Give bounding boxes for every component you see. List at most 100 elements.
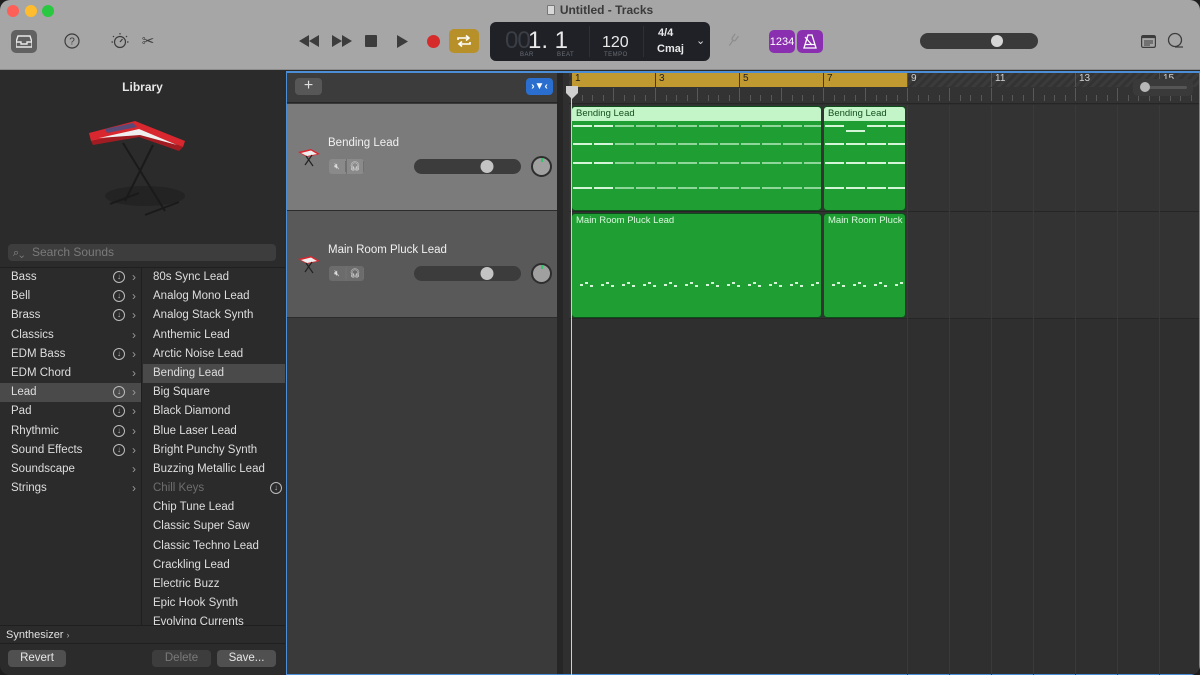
category-item[interactable]: EDM Bass ↓ › [0,345,141,364]
ruler[interactable]: 13579111315 [569,73,1199,87]
patch-item[interactable]: Classic Super Saw [143,517,285,536]
category-item[interactable]: Brass ↓ › [0,306,141,325]
category-item[interactable]: Bell ↓ › [0,287,141,306]
zoom-slider-knob[interactable] [1140,82,1150,92]
lcd-display[interactable]: 00 1. 1 BAR BEAT 120 TEMPO 4/4 Cmaj ⌄ [490,22,710,61]
lcd-time-signature[interactable]: 4/4 [658,27,673,39]
midi-region[interactable]: Bending Lead [823,106,906,211]
ruler-ticks[interactable] [569,87,1199,104]
patch-label: Arctic Noise Lead [153,347,244,360]
patch-item[interactable]: Analog Mono Lead [143,287,285,306]
horizontal-zoom-slider[interactable] [1133,79,1193,96]
patch-item[interactable]: Chip Tune Lead [143,498,285,517]
solo-button[interactable]: 🎧︎ [347,159,364,174]
track-name[interactable]: Bending Lead [328,137,399,149]
play-button[interactable] [395,31,409,51]
patch-item[interactable]: Chill Keys ↓ [143,479,285,498]
master-volume-slider[interactable] [920,33,1038,49]
patch-item[interactable]: Crackling Lead [143,556,285,575]
add-track-button[interactable]: + [295,78,322,95]
save-button[interactable]: Save... [217,650,276,667]
master-volume-knob[interactable] [991,35,1004,47]
category-item[interactable]: Bass ↓ › [0,268,141,287]
patch-item[interactable]: Big Square [143,383,285,402]
notepad-button[interactable] [1139,32,1157,50]
download-icon[interactable]: ↓ [113,424,125,437]
loops-button[interactable] [1165,31,1185,51]
midi-note [615,187,634,189]
category-label: Soundscape [11,462,75,475]
solo-button[interactable]: 🎧︎ [347,266,364,281]
patch-item[interactable]: Bright Punchy Synth [143,441,285,460]
download-icon[interactable]: ↓ [113,405,125,418]
stop-button[interactable] [364,31,378,51]
library-path[interactable]: Synthesizer › [0,625,285,643]
track-header[interactable]: Main Room Pluck Lead 🔇︎ 🎧︎ [287,211,557,318]
category-item[interactable]: Rhythmic ↓ › [0,422,141,441]
mute-button[interactable]: 🔇︎ [329,159,347,174]
download-icon[interactable]: ↓ [113,443,125,456]
patch-item[interactable]: 80s Sync Lead [143,268,285,287]
download-icon[interactable]: ↓ [113,290,125,303]
download-icon[interactable]: ↓ [113,347,125,360]
patch-item[interactable]: Epic Hook Synth [143,594,285,613]
category-item[interactable]: Pad ↓ › [0,402,141,421]
delete-button[interactable]: Delete [152,650,211,667]
search-sounds-input[interactable]: ⌕⌄ Search Sounds [8,244,276,261]
midi-note [720,143,739,145]
category-item[interactable]: Lead ↓ › [0,383,141,403]
track-header[interactable]: Bending Lead 🔇︎ 🎧︎ [287,104,557,211]
catch-playhead-button[interactable]: ›▼‹ [526,78,553,95]
midi-region[interactable]: Main Room Pluck Lead [571,213,822,318]
rewind-button[interactable] [298,31,320,51]
patch-label: Anthemic Lead [153,328,230,341]
track-volume-slider[interactable] [414,159,521,174]
count-in-button[interactable]: 1234 [769,30,795,53]
playhead-handle[interactable] [565,86,579,100]
patch-item[interactable]: Evolving Currents [143,613,285,625]
library-button[interactable] [11,30,37,53]
patch-item[interactable]: Classic Techno Lead [143,537,285,556]
record-button[interactable] [426,31,440,51]
track-volume-knob[interactable] [480,160,494,173]
patch-item[interactable]: Bending Lead [143,363,285,384]
playhead[interactable] [571,98,572,675]
lcd-chevron-down-icon[interactable]: ⌄ [696,34,705,47]
arrange-area[interactable]: 13579111315 Bending LeadBending LeadMain… [566,73,1199,675]
patch-item[interactable]: Black Diamond [143,402,285,421]
metronome-button[interactable] [797,30,823,53]
download-icon[interactable]: ↓ [270,482,282,495]
category-item[interactable]: Sound Effects ↓ › [0,441,141,460]
smart-controls-button[interactable] [110,31,130,51]
patch-item[interactable]: Electric Buzz [143,575,285,594]
midi-region[interactable]: Bending Lead [571,106,822,211]
mute-button[interactable]: 🔇︎ [329,266,347,281]
patch-item[interactable]: Anthemic Lead [143,326,285,345]
revert-button[interactable]: Revert [8,650,66,667]
patch-item[interactable]: Blue Laser Lead [143,422,285,441]
category-item[interactable]: Soundscape › [0,460,141,479]
lcd-tempo[interactable]: 120 [602,34,629,52]
download-icon[interactable]: ↓ [113,309,125,322]
patch-item[interactable]: Buzzing Metallic Lead [143,460,285,479]
editors-button[interactable]: ✂ [139,31,157,51]
track-name[interactable]: Main Room Pluck Lead [328,244,447,256]
midi-region[interactable]: Main Room Pluck [823,213,906,318]
download-icon[interactable]: ↓ [113,386,125,399]
track-volume-knob[interactable] [480,267,494,280]
tuner-button[interactable] [726,31,744,51]
fast-forward-button[interactable] [331,31,353,51]
track-pan-knob[interactable] [531,263,552,284]
patch-item[interactable]: Analog Stack Synth [143,306,285,325]
download-icon[interactable]: ↓ [113,271,125,283]
ruler-tick [938,95,940,101]
cycle-button[interactable] [449,29,479,53]
help-button[interactable]: ? [62,31,82,51]
lcd-key[interactable]: Cmaj [657,43,684,55]
category-item[interactable]: Strings › [0,479,141,498]
patch-item[interactable]: Arctic Noise Lead [143,345,285,364]
track-volume-slider[interactable] [414,266,521,281]
track-pan-knob[interactable] [531,156,552,177]
category-item[interactable]: EDM Chord › [0,364,141,383]
category-item[interactable]: Classics › [0,326,141,345]
